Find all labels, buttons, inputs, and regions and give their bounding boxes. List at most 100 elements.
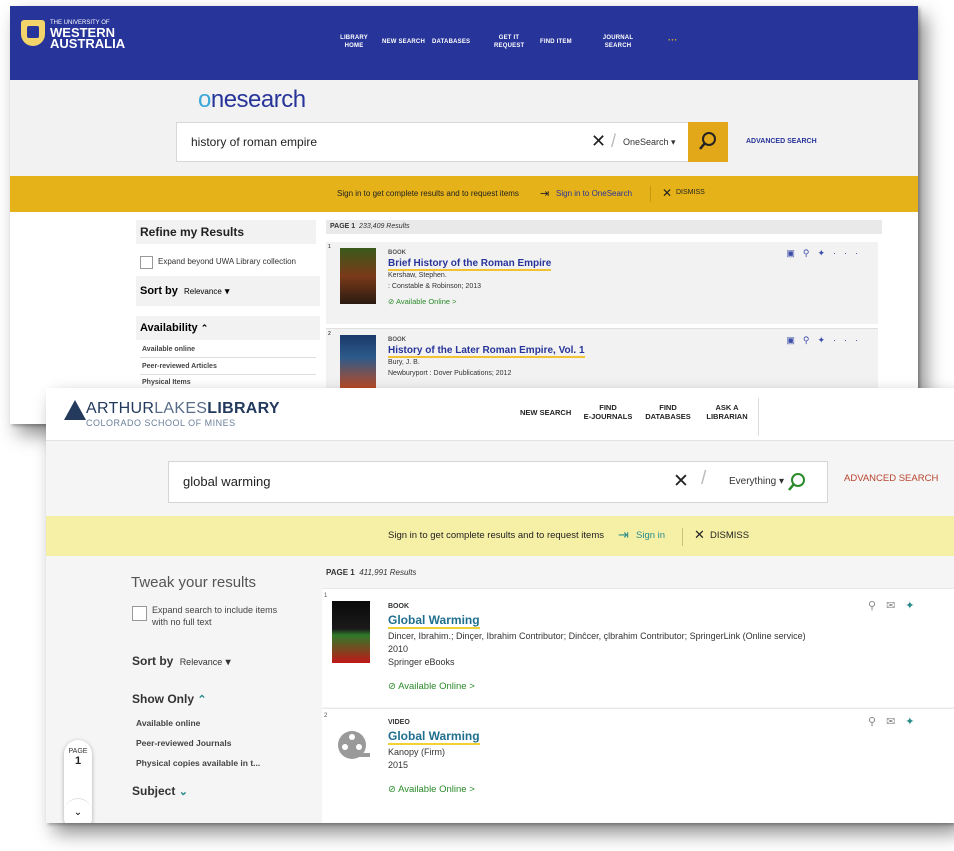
link-icon[interactable]: ⚲ <box>868 600 886 612</box>
search-icon[interactable] <box>785 470 809 494</box>
nav-find-ejournals[interactable]: FIND E-JOURNALS <box>582 403 634 421</box>
expand-checkbox[interactable] <box>132 606 147 621</box>
filter-peer-reviewed[interactable]: Peer-reviewed Journals <box>136 738 231 748</box>
logo-subtitle: COLORADO SCHOOL OF MINES <box>86 418 236 428</box>
filter-peer-reviewed[interactable]: Peer-reviewed Articles <box>142 363 217 370</box>
link-icon[interactable]: ⚲ <box>803 248 818 258</box>
link-icon[interactable]: ⚲ <box>803 335 818 345</box>
pin-icon[interactable]: ✦ <box>905 600 924 612</box>
filter-available-online[interactable]: Available online <box>142 346 195 353</box>
search-button[interactable] <box>688 122 728 162</box>
nav-new-search[interactable]: NEW SEARCH <box>382 38 425 46</box>
scope-select[interactable]: OneSearch ▾ <box>623 137 676 148</box>
signin-banner: Sign in to get complete results and to r… <box>46 516 954 556</box>
dismiss-icon[interactable]: ✕ <box>694 527 705 543</box>
signin-banner-text: Sign in to get complete results and to r… <box>388 530 604 541</box>
al-header: ARTHURLAKESLIBRARY COLORADO SCHOOL OF MI… <box>46 388 954 441</box>
result-actions: ⚲✉✦ <box>868 599 925 612</box>
availability-link[interactable]: ⊘ Available Online > <box>388 297 457 306</box>
nav-library-home[interactable]: LIBRARY HOME <box>337 34 371 50</box>
search-input[interactable]: global warming <box>183 474 270 489</box>
availability-link[interactable]: ⊘ Available Online > <box>388 784 475 795</box>
signin-link[interactable]: Sign in to OneSearch <box>556 189 632 198</box>
signin-icon: ⇥ <box>540 188 550 200</box>
result-actions: ▣⚲✦··· <box>786 335 866 346</box>
citation-icon[interactable]: ▣ <box>786 248 803 258</box>
expand-checkbox[interactable] <box>140 256 153 269</box>
uwa-logo[interactable]: THE UNIVERSITY OF WESTERN AUSTRALIA <box>50 20 125 50</box>
result-title[interactable]: Brief History of the Roman Empire <box>388 258 552 271</box>
dismiss-button[interactable]: DISMISS <box>676 189 705 196</box>
filter-physical-copies[interactable]: Physical copies available in t... <box>136 758 260 768</box>
signin-icon: ⇥ <box>618 527 629 542</box>
search-box[interactable]: history of roman empire ✕ / OneSearch ▾ <box>176 122 690 162</box>
chevron-up-icon: ⌃ <box>200 323 209 333</box>
nav-new-search[interactable]: NEW SEARCH <box>520 408 571 417</box>
book-cover-thumbnail[interactable] <box>340 248 376 304</box>
divider-slash: / <box>701 468 707 489</box>
divider-slash: / <box>611 131 617 151</box>
expand-label: Expand search to include items with no f… <box>152 605 278 627</box>
book-cover-thumbnail[interactable] <box>340 335 376 391</box>
tweak-title: Tweak your results <box>131 574 257 591</box>
result-item[interactable]: 1 BOOK Brief History of the Roman Empire… <box>326 242 878 324</box>
dismiss-icon[interactable]: ✕ <box>662 186 672 200</box>
nav-more-icon[interactable]: ··· <box>668 36 678 45</box>
availability-link[interactable]: ⊘ Available Online > <box>388 681 475 692</box>
arthur-lakes-logo[interactable]: ARTHURLAKESLIBRARY <box>86 400 280 418</box>
sort-row[interactable]: Sort by Relevance ▾ <box>132 654 231 668</box>
banner-divider <box>682 528 683 546</box>
uwa-onesearch-screenshot: THE UNIVERSITY OF WESTERN AUSTRALIA LIBR… <box>10 6 918 424</box>
page-indicator[interactable]: PAGE 1 ⌄ <box>64 740 92 823</box>
show-only-facet[interactable]: Show Only ⌃ <box>132 692 207 706</box>
email-icon[interactable]: ✉ <box>886 716 905 728</box>
refine-title: Refine my Results <box>136 220 316 244</box>
uwa-header: THE UNIVERSITY OF WESTERN AUSTRALIA LIBR… <box>10 6 918 80</box>
more-icon[interactable]: ··· <box>833 335 866 345</box>
scope-select[interactable]: Everything ▾ <box>729 476 784 487</box>
clear-search-icon[interactable]: ✕ <box>673 470 689 493</box>
sort-value[interactable]: Relevance <box>180 657 223 667</box>
advanced-search-link[interactable]: ADVANCED SEARCH <box>844 473 938 484</box>
citation-icon[interactable]: ▣ <box>786 335 803 345</box>
dismiss-button[interactable]: DISMISS <box>710 530 749 541</box>
advanced-search-link[interactable]: ADVANCED SEARCH <box>746 138 817 145</box>
result-item[interactable]: 2 VIDEO Global Warming Kanopy (Firm) 201… <box>322 708 954 823</box>
search-input[interactable]: history of roman empire <box>191 135 317 149</box>
filter-physical-items[interactable]: Physical Items <box>142 379 191 386</box>
search-box[interactable]: global warming ✕ / Everything ▾ <box>168 461 828 503</box>
result-title[interactable]: Global Warming <box>388 613 480 629</box>
nav-journal-search[interactable]: JOURNAL SEARCH <box>600 34 636 50</box>
pin-icon[interactable]: ✦ <box>817 248 833 258</box>
pin-icon[interactable]: ✦ <box>905 716 924 728</box>
chevron-down-icon: ▾ <box>225 657 231 668</box>
nav-ask-a-librarian[interactable]: ASK A LIBRARIAN <box>702 403 752 421</box>
filter-available-online[interactable]: Available online <box>136 718 200 728</box>
result-title[interactable]: Global Warming <box>388 729 480 745</box>
link-icon[interactable]: ⚲ <box>868 716 886 728</box>
book-cover-thumbnail[interactable] <box>332 601 370 663</box>
subject-facet[interactable]: Subject ⌄ <box>132 784 188 798</box>
page-bar: PAGE 1 233,409 Results <box>326 220 882 234</box>
uwa-crest-icon <box>21 20 45 46</box>
pin-icon[interactable]: ✦ <box>817 335 833 345</box>
availability-facet[interactable]: Availability ⌃ <box>136 316 320 340</box>
onesearch-logo[interactable]: onesearch <box>198 86 306 114</box>
result-actions: ▣⚲✦··· <box>786 248 866 259</box>
nav-find-databases[interactable]: FIND DATABASES <box>644 403 692 421</box>
email-icon[interactable]: ✉ <box>886 600 905 612</box>
chevron-down-icon: ▾ <box>224 286 230 296</box>
sort-value[interactable]: Relevance <box>184 287 222 296</box>
clear-search-icon[interactable]: ✕ <box>591 131 606 152</box>
scroll-down-icon[interactable]: ⌄ <box>64 798 92 823</box>
nav-find-item[interactable]: FIND ITEM <box>540 38 572 46</box>
nav-get-it-request[interactable]: GET IT REQUEST <box>494 34 524 50</box>
sort-label: Sort by <box>140 285 178 297</box>
result-title[interactable]: History of the Later Roman Empire, Vol. … <box>388 345 585 358</box>
result-item[interactable]: 1 BOOK Global Warming Dincer, Ibrahim.; … <box>322 588 954 707</box>
page-bar: PAGE 1 411,991 Results <box>326 568 417 577</box>
sort-row[interactable]: Sort by Relevance ▾ <box>136 276 320 306</box>
nav-databases[interactable]: DATABASES <box>432 38 470 46</box>
signin-link[interactable]: Sign in <box>636 530 665 541</box>
more-icon[interactable]: ··· <box>833 248 866 258</box>
